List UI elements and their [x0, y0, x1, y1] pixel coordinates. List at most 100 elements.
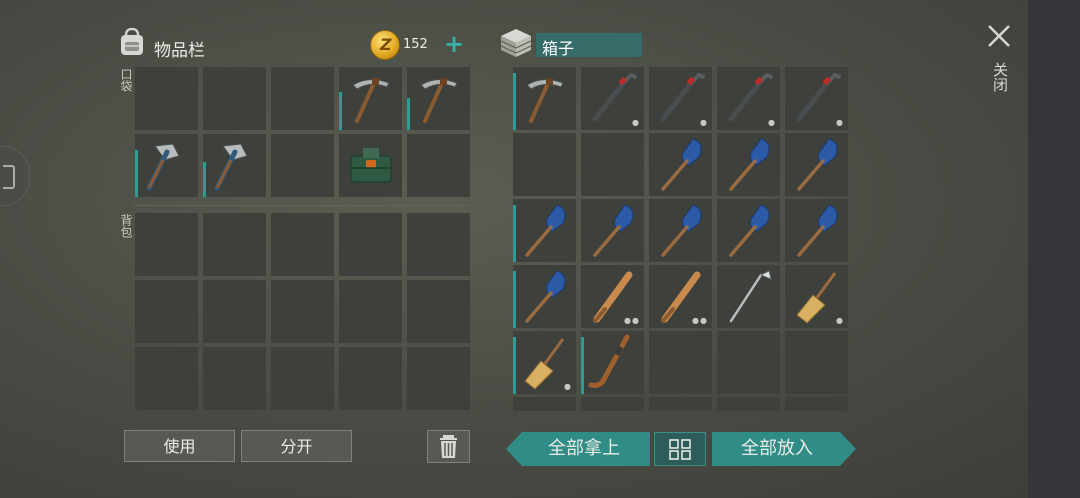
box-slot[interactable] — [717, 265, 780, 328]
backpack-slot[interactable] — [339, 213, 402, 276]
backpack-icon — [121, 27, 143, 55]
put-all-button[interactable]: 全部放入 — [712, 432, 842, 466]
durability-bar — [513, 73, 516, 130]
close-label[interactable]: 关闭 — [990, 62, 1011, 92]
box-slot[interactable] — [513, 133, 576, 196]
quality-dots: ● — [836, 316, 844, 325]
box-slot[interactable]: ● — [649, 67, 712, 130]
pocket-slot[interactable] — [271, 134, 334, 197]
grid-icon — [669, 439, 691, 460]
sort-grid-button[interactable] — [654, 432, 706, 466]
box-slot[interactable] — [649, 199, 712, 262]
durability-bar — [513, 271, 516, 328]
box-slot[interactable]: ● — [717, 67, 780, 130]
backpack-slot[interactable] — [135, 347, 198, 410]
quality-dots: ● — [632, 118, 640, 127]
box-slot[interactable]: ● — [581, 67, 644, 130]
backpack-slot[interactable] — [339, 347, 402, 410]
hockey-stick-icon — [588, 334, 630, 388]
box-slot[interactable] — [717, 331, 780, 394]
drawer-icon — [3, 165, 15, 189]
paddle-icon — [797, 204, 838, 257]
paddle-icon — [525, 270, 566, 323]
backpack-slot[interactable] — [339, 280, 402, 343]
first-aid-bag-icon — [350, 148, 392, 183]
paddle-icon — [729, 204, 770, 257]
inventory-title: 物品栏 — [154, 41, 205, 61]
backpack-slot[interactable] — [407, 213, 470, 276]
box-slot[interactable] — [513, 199, 576, 262]
split-button[interactable]: 分开 — [241, 430, 352, 462]
paddle-icon — [797, 138, 838, 191]
paddle-icon — [661, 138, 702, 191]
pocket-label: 口袋 — [119, 68, 133, 92]
close-icon[interactable] — [983, 20, 1015, 52]
coin-icon: Z — [370, 30, 400, 60]
box-slot-partial — [649, 397, 712, 411]
backpack-slot[interactable] — [407, 347, 470, 410]
pocket-slot[interactable] — [407, 134, 470, 197]
paddle-icon — [593, 204, 634, 257]
backpack-slot[interactable] — [271, 347, 334, 410]
pocket-slot[interactable] — [135, 67, 198, 130]
box-slot[interactable] — [581, 133, 644, 196]
backpack-slot[interactable] — [135, 213, 198, 276]
pocket-slot[interactable] — [339, 134, 402, 197]
box-slot[interactable]: ●● — [649, 265, 712, 328]
use-button[interactable]: 使用 — [124, 430, 235, 462]
quality-dots: ● — [564, 382, 572, 391]
durability-bar — [203, 162, 206, 197]
box-slot[interactable]: ●● — [581, 265, 644, 328]
box-slot[interactable] — [649, 133, 712, 196]
box-slot[interactable] — [785, 331, 848, 394]
golf-club-icon — [729, 270, 772, 323]
quality-dots: ●● — [692, 316, 708, 325]
pocket-slot[interactable] — [407, 67, 470, 130]
crate-icon — [500, 29, 532, 57]
backpack-slot[interactable] — [203, 347, 266, 410]
durability-bar — [135, 150, 138, 197]
pocket-slot[interactable] — [135, 134, 198, 197]
add-coins-button[interactable]: + — [444, 32, 464, 56]
take-all-button[interactable]: 全部拿上 — [520, 432, 648, 466]
durability-bar — [407, 98, 410, 130]
box-slot[interactable]: ● — [513, 331, 576, 394]
backpack-slot[interactable] — [271, 213, 334, 276]
box-slot[interactable]: ● — [785, 265, 848, 328]
box-slot[interactable] — [717, 133, 780, 196]
pickaxe-icon — [352, 78, 390, 123]
box-slot[interactable]: ● — [785, 67, 848, 130]
pocket-slot[interactable] — [203, 67, 266, 130]
side-drawer-tab[interactable] — [0, 146, 30, 206]
durability-bar — [513, 337, 516, 394]
backpack-slot[interactable] — [407, 280, 470, 343]
box-slot[interactable] — [513, 67, 576, 130]
pocket-slot[interactable] — [271, 67, 334, 130]
pocket-slot[interactable] — [339, 67, 402, 130]
trash-icon — [440, 435, 457, 458]
pocket-slot[interactable] — [203, 134, 266, 197]
box-title-field[interactable]: 箱子 — [536, 33, 642, 58]
backpack-slot[interactable] — [203, 280, 266, 343]
backpack-slot[interactable] — [271, 280, 334, 343]
box-slot[interactable] — [513, 265, 576, 328]
box-slot-partial — [581, 397, 644, 411]
box-slot[interactable] — [581, 331, 644, 394]
backpack-slot[interactable] — [135, 280, 198, 343]
durability-bar — [581, 337, 584, 394]
box-slot[interactable] — [785, 199, 848, 262]
backpack-slot[interactable] — [203, 213, 266, 276]
pickaxe-icon — [526, 78, 564, 123]
box-slot-partial — [717, 397, 780, 411]
quality-dots: ●● — [624, 316, 640, 325]
box-slot[interactable] — [717, 199, 780, 262]
box-slot-partial — [513, 397, 576, 411]
backpack-label: 背包 — [119, 214, 133, 238]
box-slot[interactable] — [649, 331, 712, 394]
box-slot[interactable] — [785, 133, 848, 196]
paddle-icon — [525, 204, 566, 257]
quality-dots: ● — [836, 118, 844, 127]
pocket-backpack-divider — [134, 205, 470, 206]
trash-button[interactable] — [427, 430, 470, 463]
box-slot[interactable] — [581, 199, 644, 262]
